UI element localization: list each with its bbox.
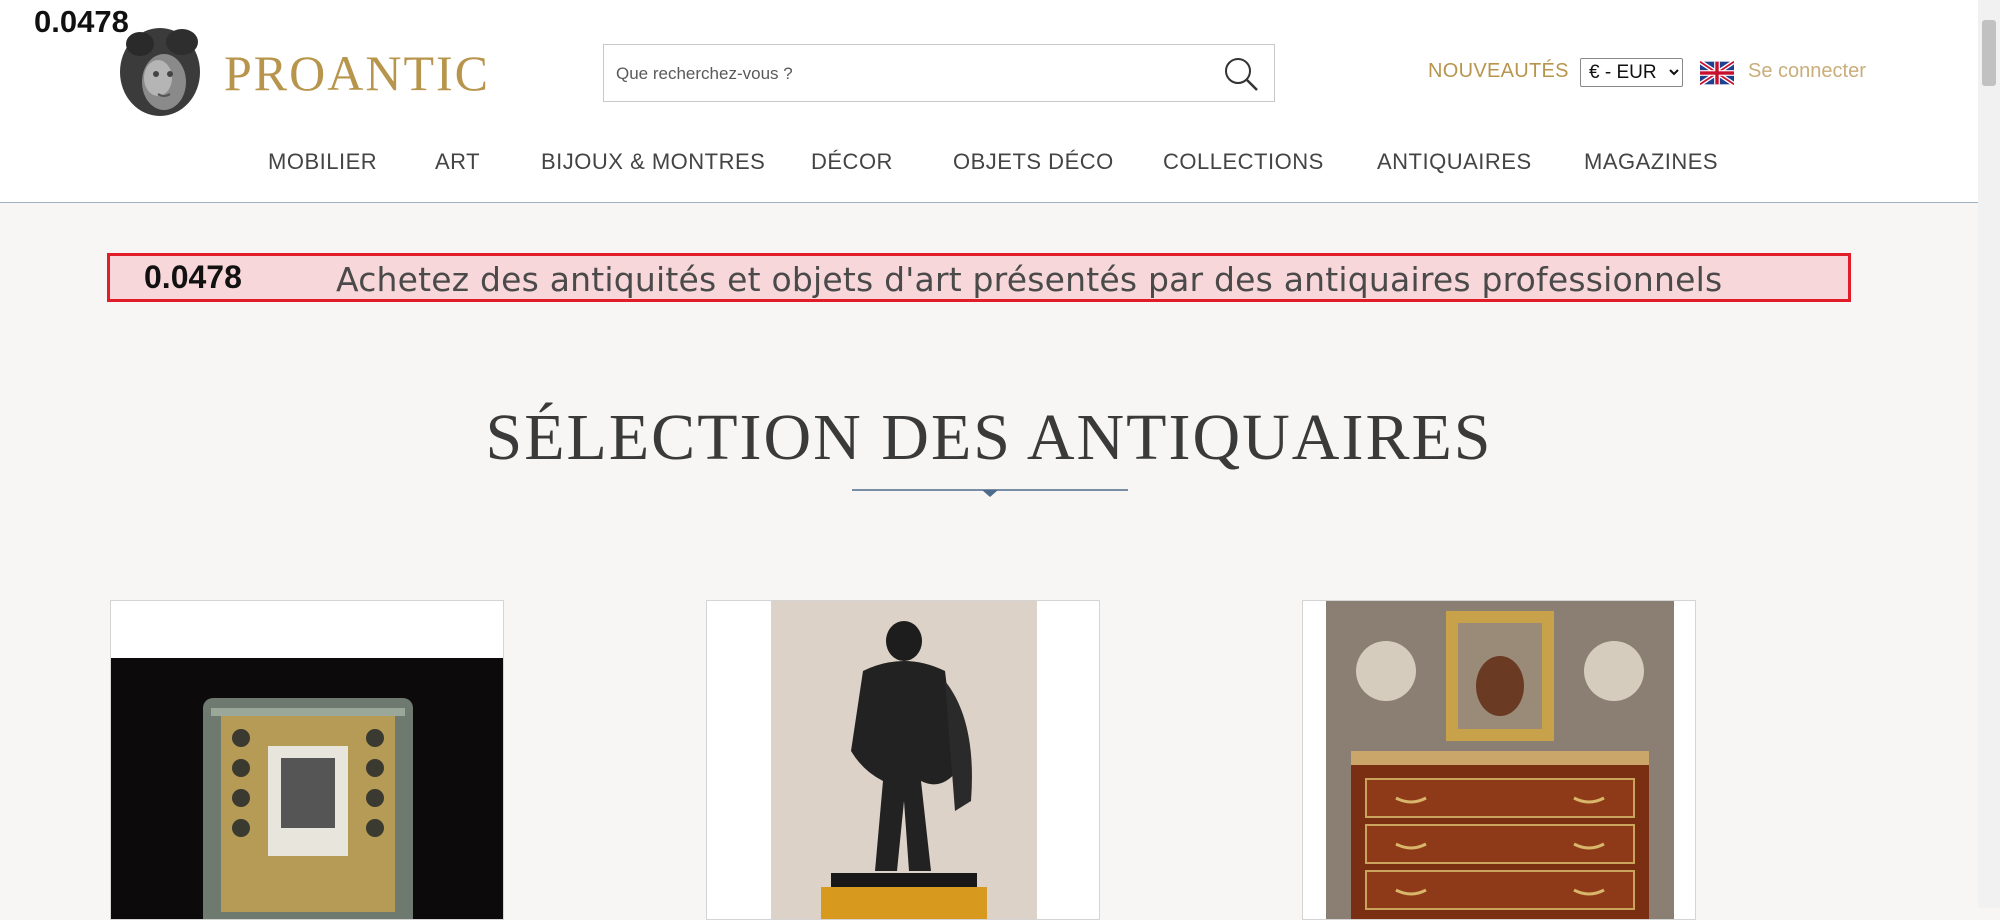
scrollbar[interactable] — [1978, 0, 2000, 908]
currency-select[interactable]: € - EUR — [1580, 58, 1683, 87]
main-nav: MOBILIER ART BIJOUX & MONTRES DÉCOR OBJE… — [0, 149, 1978, 179]
search-bar — [603, 44, 1275, 102]
brand-logo[interactable]: PROANTIC — [224, 44, 490, 102]
nav-item-magazines[interactable]: MAGAZINES — [1584, 149, 1718, 175]
search-input[interactable] — [614, 53, 1198, 95]
nav-item-collections[interactable]: COLLECTIONS — [1163, 149, 1324, 175]
tagline-banner: 0.0478 Achetez des antiquités et objets … — [107, 253, 1851, 302]
nav-item-mobilier[interactable]: MOBILIER — [268, 149, 377, 175]
product-card[interactable] — [1302, 600, 1696, 920]
nav-item-bijoux-montres[interactable]: BIJOUX & MONTRES — [541, 149, 765, 175]
product-card[interactable] — [706, 600, 1100, 920]
score-label: 0.0478 — [144, 259, 242, 295]
product-card[interactable] — [110, 600, 504, 920]
nav-item-art[interactable]: ART — [435, 149, 480, 175]
site-header: 0.0478 PROANTIC NOUVEAUTÉS € - EUR Se co… — [0, 0, 1978, 203]
login-link[interactable]: Se connecter — [1748, 60, 1866, 83]
nav-item-antiquaires[interactable]: ANTIQUAIRES — [1377, 149, 1532, 175]
nav-item-decor[interactable]: DÉCOR — [811, 149, 893, 175]
section-title: SÉLECTION DES ANTIQUAIRES — [485, 401, 1493, 474]
title-divider — [852, 489, 1128, 497]
product-image[interactable] — [771, 601, 1037, 920]
uk-flag-icon[interactable] — [1700, 61, 1734, 85]
search-icon[interactable] — [1222, 55, 1260, 93]
score-label: 0.0478 — [34, 4, 129, 39]
tagline-text: Achetez des antiquités et objets d'art p… — [336, 260, 1723, 299]
nouveautes-link[interactable]: NOUVEAUTÉS — [1428, 60, 1569, 83]
nav-item-objets-deco[interactable]: OBJETS DÉCO — [953, 149, 1114, 175]
product-image[interactable] — [1326, 601, 1674, 920]
product-image[interactable] — [111, 658, 504, 920]
